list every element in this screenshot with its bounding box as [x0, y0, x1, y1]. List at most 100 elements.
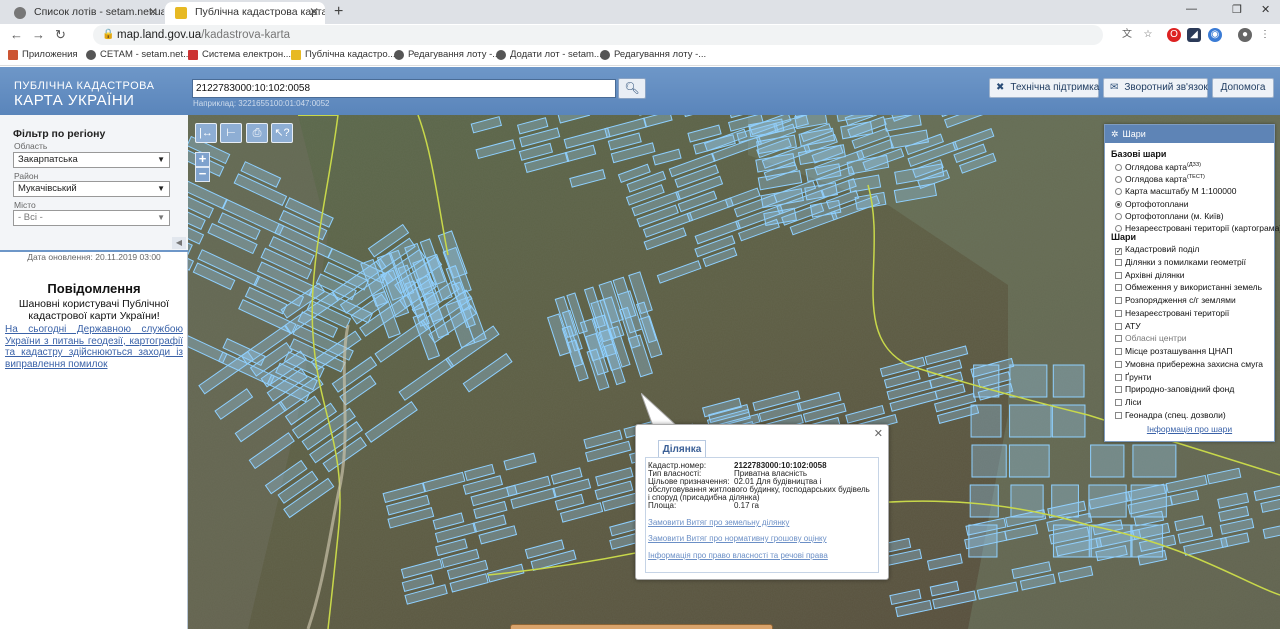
help-button[interactable]: Допомога: [1212, 78, 1274, 98]
minimize-button[interactable]: —: [1186, 3, 1197, 15]
window-close-button[interactable]: ✕: [1261, 3, 1270, 16]
overlay-layer-option[interactable]: ✓ Кадастровий поділ: [1115, 244, 1199, 255]
checkbox-icon[interactable]: [1115, 373, 1122, 381]
bookmark-item[interactable]: Система електрон...: [188, 49, 291, 60]
logo-line2[interactable]: КАРТА УКРАЇНИ: [14, 92, 134, 109]
base-layer-option[interactable]: Незареєстровані території (картограма): [1115, 223, 1280, 233]
browser-tab-setam[interactable]: Список лотів - setam.net.ua ✕: [4, 2, 164, 24]
base-layer-option[interactable]: Ортофотоплани: [1115, 199, 1188, 209]
parcel-tab[interactable]: Ділянка: [658, 440, 706, 458]
print-tool[interactable]: ⎙: [246, 123, 268, 143]
feedback-button[interactable]: ✉ Зворотний зв'язок: [1103, 78, 1208, 98]
map-canvas[interactable]: |↔ ⊢ ⎙ ↖? + − ✲ Шари Базові шари Оглядова…: [188, 115, 1280, 629]
bookmark-item[interactable]: Редагування лоту -...: [394, 49, 500, 60]
base-layer-option[interactable]: Карта масштабу М 1:100000: [1115, 186, 1236, 196]
checkbox-icon[interactable]: [1115, 258, 1122, 266]
profile-icon[interactable]: ●: [1238, 28, 1252, 42]
parcel-shape[interactable]: [1051, 484, 1079, 518]
parcel-shape[interactable]: [1088, 484, 1127, 518]
parcel-shape[interactable]: [1130, 484, 1167, 518]
bookmark-item[interactable]: СЕТАМ - setam.net...: [86, 49, 191, 60]
parcel-shape[interactable]: [1008, 444, 1050, 478]
overlay-layer-option[interactable]: Обмеження у використанні земель: [1115, 282, 1262, 292]
order-valuation-link[interactable]: Замовити Витяг про нормативну грошову оц…: [648, 534, 827, 543]
district-select[interactable]: Мукачівський ▼: [13, 181, 170, 197]
checkbox-icon[interactable]: [1115, 411, 1122, 419]
bookmark-item[interactable]: Додати лот - setam...: [496, 49, 602, 60]
bottom-panel-tab[interactable]: [510, 624, 773, 629]
checkbox-icon[interactable]: [1115, 386, 1122, 394]
overlay-layer-option[interactable]: Умовна прибережна захисна смуга: [1115, 359, 1263, 369]
opera-icon[interactable]: O: [1167, 28, 1181, 42]
collapse-panel-button[interactable]: ◀: [172, 237, 186, 249]
parcel-shape[interactable]: [969, 484, 999, 518]
radio-icon[interactable]: [1115, 176, 1122, 184]
new-tab-button[interactable]: +: [334, 2, 343, 22]
parcel-shape[interactable]: [1009, 364, 1048, 398]
base-layer-option[interactable]: Ортофотоплани (м. Київ): [1115, 211, 1224, 221]
radio-icon[interactable]: [1115, 164, 1122, 171]
bookmark-item[interactable]: Редагування лоту -...: [600, 49, 706, 60]
overlay-layer-option[interactable]: Архівні ділянки: [1115, 270, 1184, 280]
overlay-layer-option[interactable]: Обласні центри: [1115, 333, 1187, 343]
cadastral-search-input[interactable]: 2122783000:10:102:0058: [192, 79, 616, 98]
news-link[interactable]: На сьогодні Державною службою України з …: [5, 324, 183, 370]
close-icon[interactable]: ✕: [874, 427, 883, 440]
bookmark-item[interactable]: Публічна кадастро...: [291, 49, 396, 60]
translate-icon[interactable]: 文: [1120, 28, 1134, 42]
overlay-layer-option[interactable]: Геонадра (спец. дозволи): [1115, 410, 1226, 420]
checkbox-icon[interactable]: [1115, 360, 1122, 368]
parcel-shape[interactable]: [970, 404, 1002, 438]
checkbox-icon[interactable]: [1115, 284, 1122, 292]
parcel-shape[interactable]: [1130, 524, 1164, 558]
checkbox-icon[interactable]: [1115, 335, 1122, 343]
zoom-out-button[interactable]: −: [195, 167, 210, 182]
search-button[interactable]: 🔍︎: [618, 78, 646, 99]
browser-tab-kadastr[interactable]: Публічна кадастрова карта Укр ✕: [165, 2, 325, 24]
checkbox-icon[interactable]: ✓: [1115, 248, 1122, 255]
radio-icon[interactable]: [1115, 225, 1122, 232]
info-tool[interactable]: ↖?: [271, 123, 293, 143]
base-layer-option[interactable]: Оглядова карта(ТЕСТ): [1115, 174, 1205, 184]
city-select[interactable]: - Всі - ▼: [13, 210, 170, 226]
measure-length-tool[interactable]: |↔: [195, 123, 217, 143]
radio-icon[interactable]: [1115, 200, 1122, 208]
overlay-layer-option[interactable]: Ґрунти: [1115, 372, 1151, 382]
zoom-in-button[interactable]: +: [195, 152, 210, 167]
radio-icon[interactable]: [1115, 212, 1122, 220]
base-layer-option[interactable]: Оглядова карта(ДЗЗ): [1115, 162, 1201, 172]
close-tab-icon[interactable]: ✕: [148, 2, 158, 22]
parcel-shape[interactable]: [968, 524, 998, 558]
radio-icon[interactable]: [1115, 188, 1122, 196]
overlay-layer-option[interactable]: Розпорядження с/г землями: [1115, 295, 1236, 305]
checkbox-icon[interactable]: [1115, 297, 1122, 304]
parcel-shape[interactable]: [1052, 524, 1092, 558]
parcel-shape[interactable]: [973, 364, 1000, 398]
order-extract-link[interactable]: Замовити Витяг про земельну ділянку: [648, 518, 789, 527]
bookmark-apps[interactable]: Приложения: [8, 49, 78, 60]
checkbox-icon[interactable]: [1115, 348, 1122, 355]
menu-icon[interactable]: ⋮: [1258, 28, 1272, 42]
checkbox-icon[interactable]: [1115, 309, 1122, 317]
close-tab-icon[interactable]: ✕: [309, 2, 319, 22]
back-icon[interactable]: ←: [10, 27, 23, 42]
overlay-layer-option[interactable]: Ліси: [1115, 397, 1141, 407]
parcel-shape[interactable]: [1009, 404, 1052, 438]
ownership-info-link[interactable]: Інформація про право власності та речові…: [648, 551, 828, 560]
maximize-button[interactable]: ❐: [1232, 3, 1242, 16]
reload-icon[interactable]: ↻: [55, 27, 66, 43]
url-field[interactable]: 🔒 map.land.gov.ua/kadastrova-karta: [93, 25, 1103, 45]
logo-line1[interactable]: ПУБЛІЧНА КАДАСТРОВА: [14, 80, 154, 92]
forward-icon[interactable]: →: [32, 27, 45, 42]
overlay-layer-option[interactable]: Місце розташування ЦНАП: [1115, 346, 1233, 356]
extension-icon[interactable]: ◉: [1208, 28, 1222, 42]
layers-header[interactable]: ✲ Шари: [1105, 125, 1274, 143]
overlay-layer-option[interactable]: АТУ: [1115, 321, 1141, 331]
checkbox-icon[interactable]: [1115, 399, 1122, 406]
parcel-shape[interactable]: [1052, 364, 1085, 398]
checkbox-icon[interactable]: [1115, 322, 1122, 330]
parcel-shape[interactable]: [971, 444, 1007, 478]
star-icon[interactable]: ☆: [1141, 28, 1155, 42]
layers-info-link[interactable]: Інформація про шари: [1105, 424, 1274, 434]
parcel-shape[interactable]: [1090, 444, 1125, 478]
